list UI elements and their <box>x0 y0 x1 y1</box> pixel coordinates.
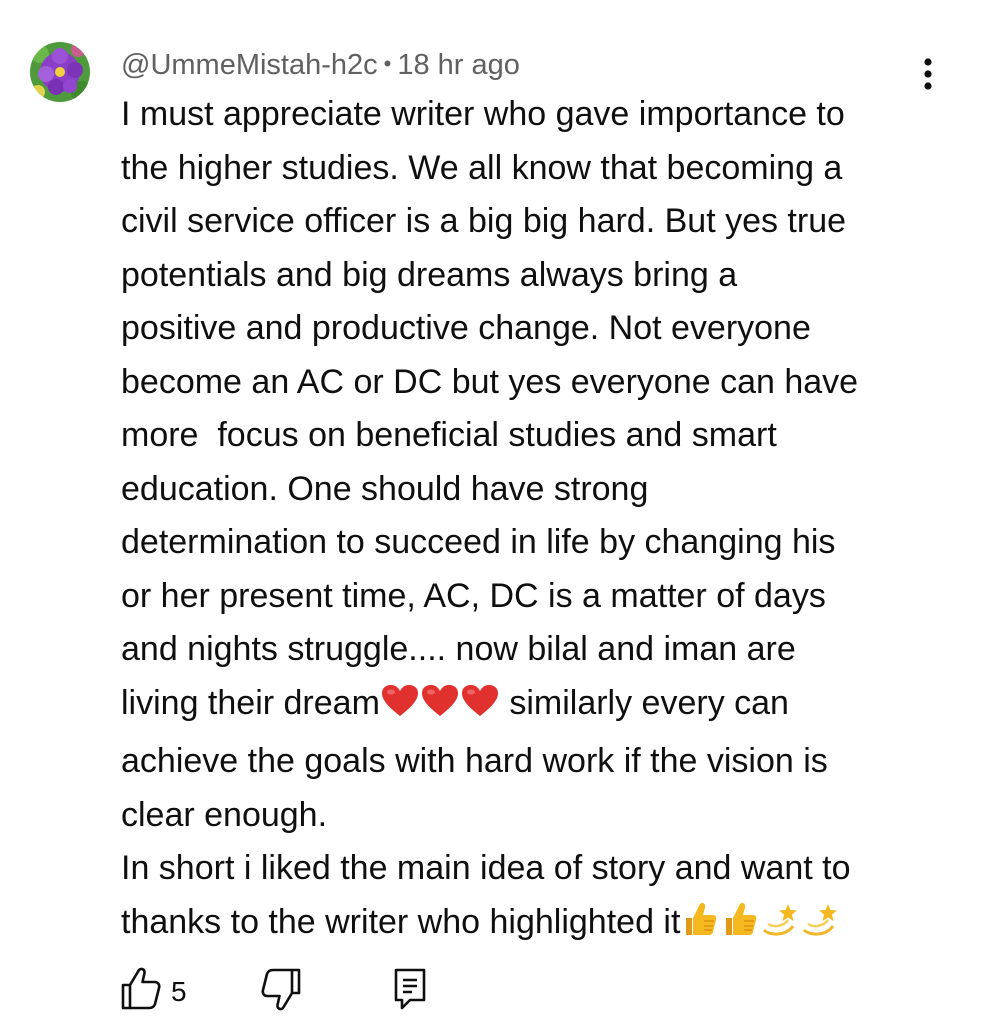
comment-header: @UmmeMistah-h2c • 18 hr ago <box>121 44 520 85</box>
comment-line: clear enough. <box>121 795 328 834</box>
dislike-button[interactable] <box>260 966 302 1017</box>
comment-line: determination to succeed in life by chan… <box>121 523 836 561</box>
thumb-down-outline-icon <box>261 968 301 1011</box>
comment-line: potentials and big dreams always bring a <box>121 255 738 294</box>
red-heart-emoji <box>420 682 460 736</box>
reply-button[interactable] <box>390 966 430 1017</box>
comment-line: more focus on beneficial studies and sma… <box>121 416 777 454</box>
like-count: 5 <box>171 976 187 1007</box>
comment-text-fragment: thanks to the writer who highlighted it <box>121 902 681 941</box>
comment-line: and nights struggle.... now bilal and im… <box>121 630 796 668</box>
comment-timestamp[interactable]: 18 hr ago <box>397 49 520 81</box>
meta-separator: • <box>383 51 392 76</box>
comment-line-with-emojis: thanks to the writer who highlighted it <box>121 896 951 955</box>
thumbs-up-emoji <box>720 900 760 955</box>
avatar-flower-icon <box>30 42 90 102</box>
comment-line: achieve the goals with hard work if the … <box>121 742 828 780</box>
thumb-up-outline-icon <box>121 967 161 1010</box>
comment-body: I must appreciate writer who gave import… <box>121 88 951 954</box>
comment-line: education. One should have strong <box>121 469 649 508</box>
comment-line: In short i liked the main idea of story … <box>121 849 851 887</box>
comment-line: the higher studies. We all know that bec… <box>121 148 843 187</box>
red-heart-emoji <box>460 682 500 736</box>
like-button[interactable] <box>120 966 162 1017</box>
comment-thread-item: @UmmeMistah-h2c • 18 hr ago I must appreci… <box>0 0 987 1024</box>
comment-line: I must appreciate writer who gave import… <box>121 95 845 133</box>
dizzy-emoji <box>800 900 840 955</box>
author-name[interactable]: @UmmeMistah-h2c <box>121 49 378 81</box>
comment-line: or her present time, AC, DC is a matter … <box>121 576 826 615</box>
avatar[interactable] <box>30 42 90 102</box>
comment-line-with-hearts: living their dream similarly every can <box>121 677 951 736</box>
comment-text-fragment: similarly every can <box>499 683 789 722</box>
comment-line: civil service officer is a big big hard.… <box>121 202 847 240</box>
reply-comment-icon <box>394 968 426 1010</box>
comment-line: positive and productive change. Not ever… <box>121 309 811 347</box>
red-heart-emoji <box>380 682 420 736</box>
comment-text-fragment: living their dream <box>121 683 380 722</box>
thumbs-up-emoji <box>680 900 720 955</box>
comment-line: become an AC or DC but yes everyone can … <box>121 362 859 401</box>
dizzy-emoji <box>760 900 800 955</box>
